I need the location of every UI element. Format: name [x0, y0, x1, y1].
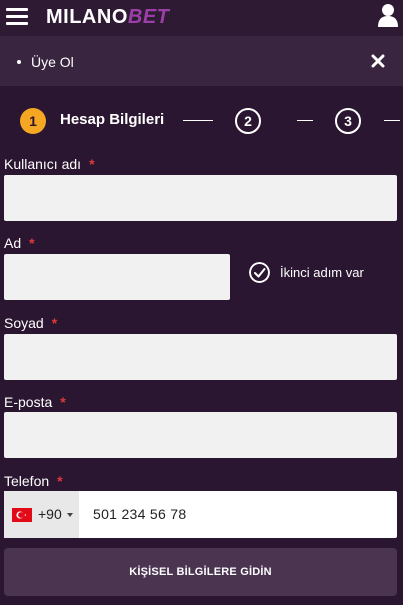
first-name-input[interactable] — [4, 254, 230, 300]
last-name-label-text: Soyad — [4, 315, 44, 331]
step-3-indicator: 3 — [335, 108, 361, 134]
step-connector — [384, 120, 400, 121]
step-2-indicator: 2 — [235, 108, 261, 134]
first-name-label-text: Ad — [4, 235, 22, 251]
phone-label: Telefon * — [4, 473, 63, 489]
username-label: Kullanıcı adı * — [4, 156, 95, 172]
email-label-text: E-posta — [4, 394, 53, 410]
turkey-flag-icon — [12, 508, 32, 522]
step-1-indicator: 1 — [20, 108, 46, 134]
step-1-label: Hesap Bilgileri — [60, 111, 165, 128]
required-marker: * — [57, 473, 63, 489]
hamburger-icon[interactable] — [6, 6, 30, 26]
first-name-label: Ad * — [4, 235, 35, 251]
last-name-input[interactable] — [4, 334, 397, 380]
phone-input[interactable]: 501 234 56 78 — [93, 506, 186, 523]
page-title: Üye Ol — [31, 54, 74, 70]
required-marker: * — [60, 394, 66, 410]
logo-text-secondary: BET — [127, 6, 170, 28]
required-marker: * — [29, 235, 35, 251]
required-marker: * — [89, 156, 95, 172]
dial-code: +90 — [38, 506, 62, 522]
chevron-down-icon — [67, 513, 73, 517]
step-connector — [297, 120, 313, 121]
last-name-label: Soyad * — [4, 315, 57, 331]
country-code-selector[interactable]: +90 — [4, 491, 79, 538]
username-label-text: Kullanıcı adı — [4, 156, 82, 172]
email-input[interactable] — [4, 412, 397, 458]
logo-text-primary: MILANO — [46, 6, 128, 28]
checkmark-icon[interactable] — [249, 262, 270, 283]
logo[interactable]: MILANOBET — [46, 5, 169, 29]
top-bar: MILANOBET — [0, 0, 403, 36]
username-input[interactable] — [4, 175, 397, 221]
registration-stepper: 1 Hesap Bilgileri 2 3 — [0, 100, 403, 140]
second-name-checkbox-label: İkinci adım var — [280, 265, 364, 280]
phone-field: +90 501 234 56 78 — [4, 491, 397, 538]
required-marker: * — [51, 315, 58, 331]
user-icon[interactable] — [377, 3, 399, 27]
phone-label-text: Telefon — [4, 473, 50, 489]
next-step-button[interactable]: KİŞİSEL BİLGİLERE GİDİN — [4, 548, 397, 596]
page-subheader: Üye Ol — [0, 36, 403, 86]
close-icon[interactable] — [371, 54, 385, 68]
bullet-icon — [17, 60, 21, 64]
step-connector — [183, 120, 213, 121]
email-label: E-posta * — [4, 394, 66, 410]
